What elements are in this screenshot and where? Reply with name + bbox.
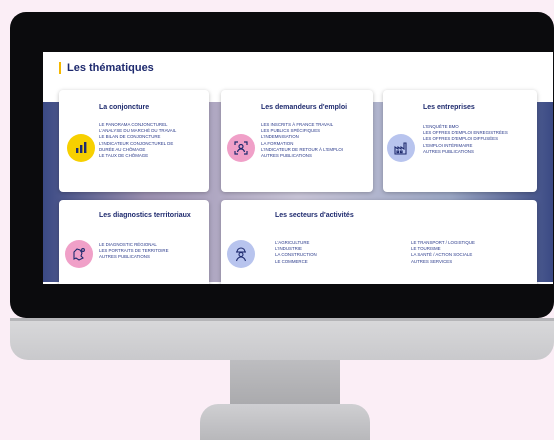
link-autres-services[interactable]: AUTRES SERVICES (411, 259, 475, 265)
monitor-chin (10, 318, 554, 360)
card-title: Les secteurs d'activités (275, 212, 354, 219)
card-secteurs[interactable]: Les secteurs d'activités L'AGRICULTURE L… (221, 200, 537, 284)
card-title: Les demandeurs d'emploi (261, 104, 348, 111)
link-list: LES INSCRITS À FRANCE TRAVAIL LES PUBLIC… (261, 122, 343, 159)
link-taux[interactable]: LE TAUX DE CHÔMAGE (99, 153, 176, 159)
link-sante[interactable]: LA SANTÉ / ACTION SOCIALE (411, 252, 475, 258)
screen: Les thématiques La conjoncture LE PANORA… (43, 52, 553, 284)
link-commerce[interactable]: LE COMMERCE (275, 259, 317, 265)
monitor-stand-neck (230, 360, 340, 410)
factory-icon (387, 134, 415, 162)
person-scan-icon (227, 134, 255, 162)
link-construction[interactable]: LA CONSTRUCTION (275, 252, 317, 258)
monitor-frame: Les thématiques La conjoncture LE PANORA… (10, 12, 554, 318)
link-indicateur[interactable]: L'INDICATEUR CONJONCTUREL DE (99, 141, 176, 147)
link-list: L'ENQUÊTE BMO LES OFFRES D'EMPLOI ENREGI… (423, 124, 508, 155)
card-title: Les diagnostics territoriaux (99, 212, 191, 219)
card-title: Les entreprises (423, 104, 475, 111)
page-title: Les thématiques (59, 62, 154, 74)
monitor-stand-base (200, 404, 370, 440)
link-autres[interactable]: AUTRES PUBLICATIONS (423, 149, 508, 155)
card-entreprises[interactable]: Les entreprises L'ENQUÊTE BMO LES OFFRES… (383, 90, 537, 192)
card-diagnostics[interactable]: Les diagnostics territoriaux LE DIAGNOST… (59, 200, 209, 284)
link-offres-diffusees[interactable]: LES OFFRES D'EMPLOI DIFFUSÉES (423, 136, 508, 142)
link-autres[interactable]: AUTRES PUBLICATIONS (261, 153, 343, 159)
link-list: LE PANORAMA CONJONCTUREL L'ANALYSE DU MA… (99, 122, 176, 159)
card-title: La conjoncture (99, 104, 150, 111)
chin-divider (10, 318, 554, 321)
worker-icon (227, 240, 255, 268)
link-list: LE DIAGNOSTIC RÉGIONAL LES PORTRAITS DE … (99, 242, 169, 261)
link-list-left: L'AGRICULTURE L'INDUSTRIE LA CONSTRUCTIO… (275, 240, 317, 265)
map-icon (65, 240, 93, 268)
card-demandeurs[interactable]: Les demandeurs d'emploi LES INSCRITS À F… (221, 90, 373, 192)
link-list-right: LE TRANSPORT / LOGISTIQUE LE TOURISME LA… (411, 240, 475, 265)
card-conjoncture[interactable]: La conjoncture LE PANORAMA CONJONCTUREL … (59, 90, 209, 192)
link-autres[interactable]: AUTRES PUBLICATIONS (99, 254, 169, 260)
bar-chart-icon (67, 134, 95, 162)
